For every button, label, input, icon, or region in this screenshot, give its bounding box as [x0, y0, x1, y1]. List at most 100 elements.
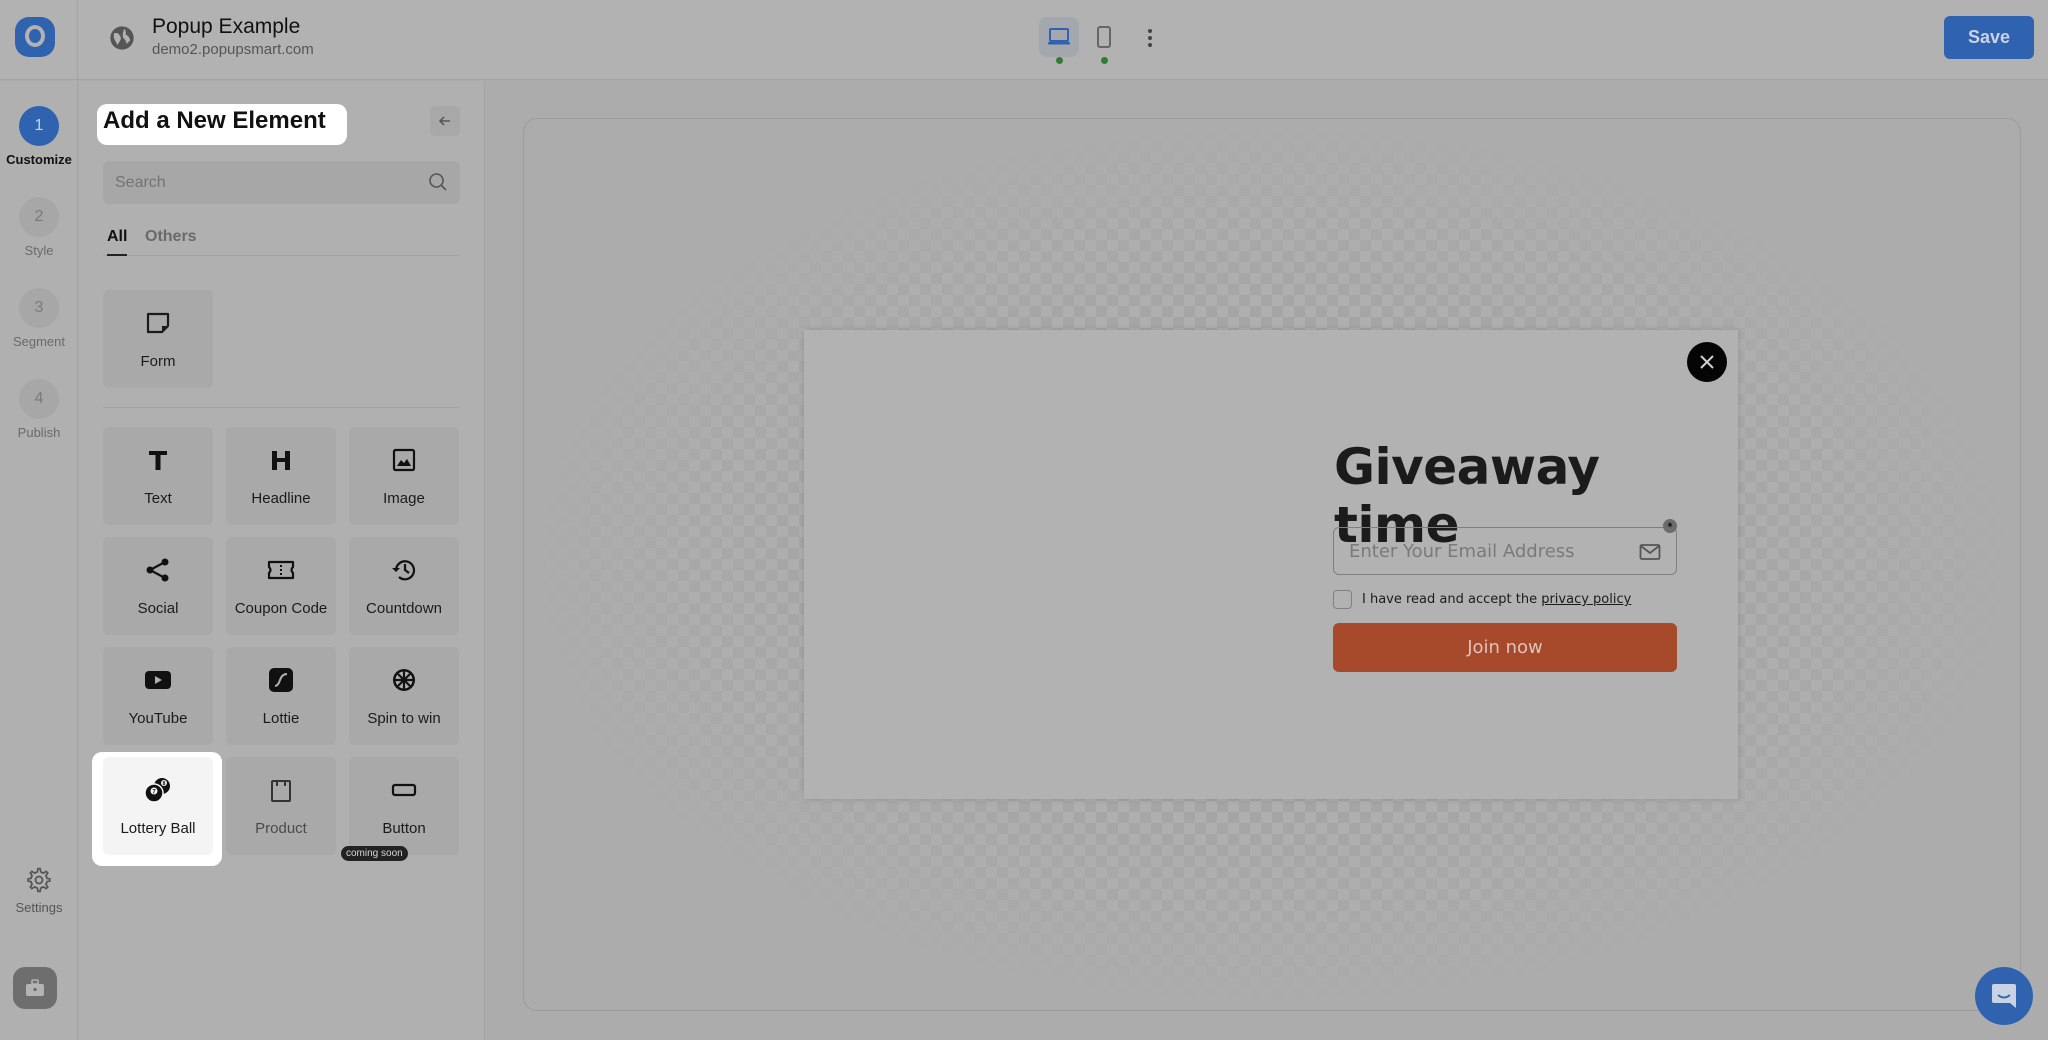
tab-all[interactable]: All: [107, 228, 128, 256]
add-element-panel: Add a New Element All Others Form Text: [79, 81, 485, 1040]
element-tabs: All Others: [103, 224, 460, 256]
mail-icon: [1639, 544, 1661, 560]
text-icon: [149, 451, 167, 470]
element-coupon-code[interactable]: Coupon Code: [226, 537, 336, 635]
top-bar: Popup Example demo2.popupsmart.com Save: [0, 0, 2048, 80]
element-lottie[interactable]: Lottie: [226, 647, 336, 745]
chat-icon: [1992, 984, 2016, 1008]
consent-label: I have read and accept the: [1362, 592, 1542, 607]
support-chat-button[interactable]: [1975, 967, 2033, 1025]
logo-column: [0, 0, 78, 80]
popupsmart-logo[interactable]: [15, 17, 55, 57]
required-badge: *: [1663, 519, 1677, 534]
mobile-view-button[interactable]: [1084, 17, 1124, 64]
element-label: Headline: [251, 490, 311, 507]
history-icon: [392, 560, 416, 581]
step-segment[interactable]: 3 Segment: [0, 288, 78, 349]
popup-preview[interactable]: Giveaway time * I have read and accept t…: [804, 330, 1738, 799]
element-countdown[interactable]: Countdown: [349, 537, 459, 635]
element-form[interactable]: Form: [103, 290, 213, 388]
lottie-icon: [269, 668, 293, 692]
site-domain: demo2.popupsmart.com: [152, 41, 314, 58]
steps-rail: 1 Customize 2 Style 3 Segment 4 Publish …: [0, 81, 78, 1040]
coming-soon-tooltip: coming soon: [341, 846, 408, 861]
step-label: Style: [24, 243, 54, 258]
element-lottery-ball[interactable]: 78 Lottery Ball: [103, 757, 213, 855]
product-icon: [271, 780, 291, 802]
arrow-left-icon: [438, 116, 450, 126]
email-field-wrapper: [1333, 527, 1677, 575]
element-label: Text: [144, 490, 172, 507]
privacy-policy-link[interactable]: privacy policy: [1541, 592, 1631, 607]
popup-close-button[interactable]: [1687, 342, 1727, 382]
element-product[interactable]: Product: [226, 757, 336, 855]
save-button[interactable]: Save: [1944, 16, 2034, 59]
briefcase-icon: [26, 979, 44, 996]
image-icon: [392, 448, 416, 472]
join-now-button[interactable]: Join now: [1333, 623, 1677, 672]
email-input[interactable]: [1334, 528, 1676, 574]
section-divider: [103, 407, 460, 408]
popup-name: Popup Example: [152, 15, 301, 38]
mobile-status-dot: [1101, 57, 1108, 64]
form-icon: [146, 312, 170, 334]
element-social[interactable]: Social: [103, 537, 213, 635]
step-number: 4: [19, 379, 59, 419]
globe-icon: [110, 26, 134, 50]
element-button[interactable]: Button: [349, 757, 459, 855]
search-icon[interactable]: [428, 172, 448, 192]
search-input[interactable]: [103, 161, 460, 204]
settings-label: Settings: [15, 900, 63, 915]
step-number: 2: [19, 197, 59, 237]
collapse-panel-button[interactable]: [430, 106, 460, 136]
wheel-icon: [393, 669, 415, 691]
lottery-ball-icon: 78: [144, 778, 170, 803]
step-customize[interactable]: 1 Customize: [0, 106, 78, 167]
settings-button[interactable]: Settings: [0, 867, 78, 915]
laptop-icon: [1048, 28, 1070, 45]
element-label: Button: [382, 820, 426, 837]
step-number: 1: [19, 106, 59, 146]
step-style[interactable]: 2 Style: [0, 197, 78, 258]
site-info: Popup Example demo2.popupsmart.com: [152, 14, 314, 60]
consent-row: I have read and accept the privacy polic…: [1333, 590, 1631, 609]
element-label: Coupon Code: [234, 600, 328, 617]
element-label: Social: [137, 600, 179, 617]
step-label: Publish: [17, 425, 61, 440]
element-text[interactable]: Text: [103, 427, 213, 525]
ticket-icon: [267, 560, 295, 580]
element-label: Lottery Ball: [120, 820, 196, 837]
element-label: Product: [255, 820, 307, 837]
element-label: Image: [383, 490, 425, 507]
element-spin-to-win[interactable]: Spin to win: [349, 647, 459, 745]
search-box: [103, 161, 460, 204]
close-icon: [1700, 355, 1714, 369]
element-label: Spin to win: [367, 710, 441, 727]
step-label: Segment: [12, 334, 66, 349]
element-youtube[interactable]: YouTube: [103, 647, 213, 745]
youtube-icon: [145, 671, 171, 689]
button-icon: [391, 783, 417, 797]
tab-others[interactable]: Others: [145, 228, 197, 256]
mobile-icon: [1097, 26, 1111, 48]
consent-text: I have read and accept the privacy polic…: [1362, 592, 1631, 607]
element-label: Lottie: [262, 710, 300, 727]
step-publish[interactable]: 4 Publish: [0, 379, 78, 440]
more-options-button[interactable]: [1140, 22, 1160, 54]
consent-checkbox[interactable]: [1333, 590, 1352, 609]
gear-icon: [27, 867, 51, 893]
desktop-status-dot: [1056, 57, 1063, 64]
panel-title: Add a New Element: [103, 107, 326, 134]
headline-icon: [272, 451, 290, 470]
step-number: 3: [19, 288, 59, 328]
step-label: Customize: [6, 152, 72, 167]
desktop-view-button[interactable]: [1039, 17, 1079, 64]
element-label: Countdown: [366, 600, 442, 617]
svg-text:8: 8: [163, 781, 166, 787]
element-label: YouTube: [128, 710, 188, 727]
element-image[interactable]: Image: [349, 427, 459, 525]
toolkit-button[interactable]: [13, 967, 57, 1009]
element-headline[interactable]: Headline: [226, 427, 336, 525]
element-label: Form: [140, 353, 176, 370]
share-icon: [146, 558, 169, 582]
